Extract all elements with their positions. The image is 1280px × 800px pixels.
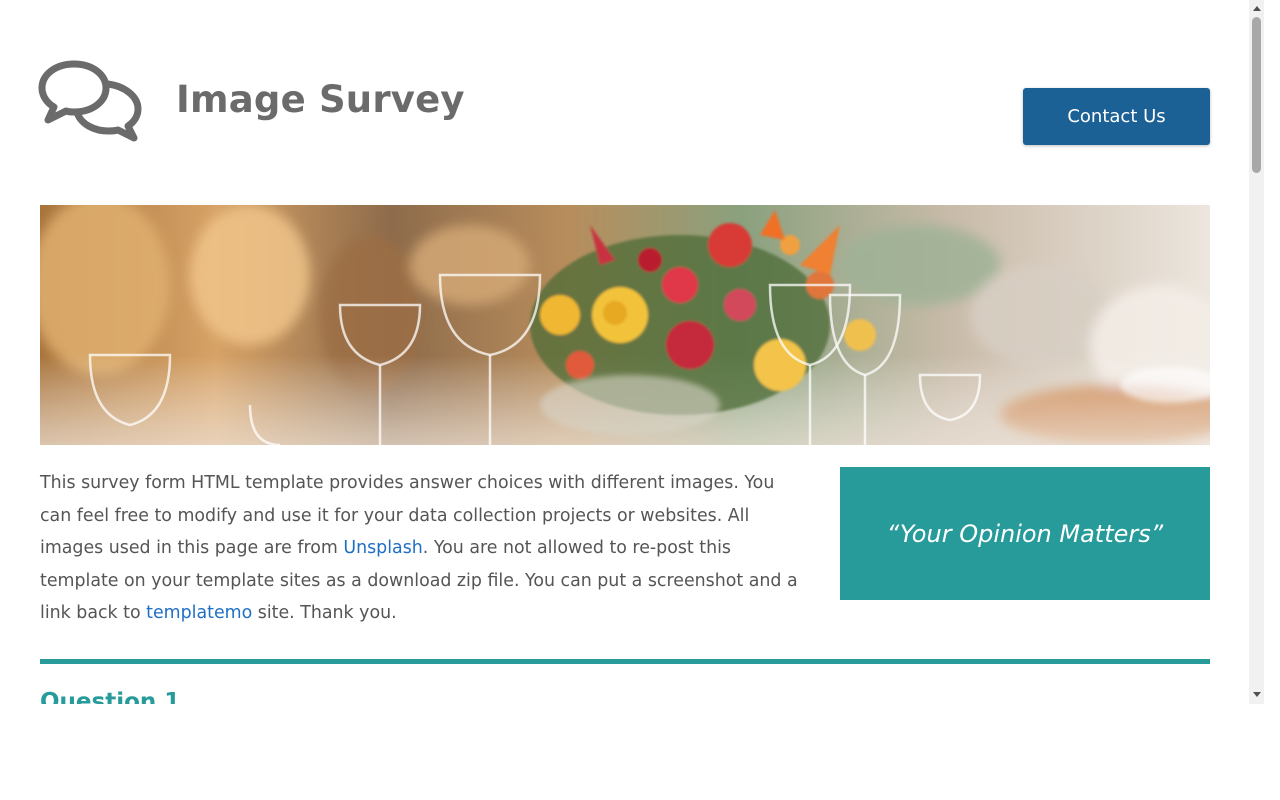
- section-divider: [40, 659, 1210, 664]
- banner-illustration: [40, 205, 1210, 445]
- intro-text-3: site. Thank you.: [252, 603, 397, 623]
- quote-text: “Your Opinion Matters”: [886, 519, 1164, 548]
- intro-paragraph: This survey form HTML template provides …: [40, 467, 800, 630]
- contact-us-button[interactable]: Contact Us: [1023, 88, 1210, 145]
- page-viewport: Image Survey Contact Us This survey form…: [0, 0, 1249, 704]
- site-title: Image Survey: [176, 78, 465, 121]
- templatemo-link[interactable]: templatemo: [146, 603, 252, 623]
- blank-area: [0, 704, 1280, 800]
- vertical-scrollbar[interactable]: [1249, 0, 1264, 704]
- question-heading: Question 1: [40, 689, 181, 704]
- hero-banner-image: [40, 205, 1210, 445]
- unsplash-link[interactable]: Unsplash: [343, 538, 422, 558]
- scroll-thumb[interactable]: [1252, 17, 1261, 173]
- chat-bubbles-icon: [38, 60, 142, 142]
- scroll-up-arrow-icon[interactable]: [1253, 6, 1261, 11]
- quote-box: “Your Opinion Matters”: [840, 467, 1210, 600]
- scroll-down-arrow-icon[interactable]: [1253, 692, 1261, 697]
